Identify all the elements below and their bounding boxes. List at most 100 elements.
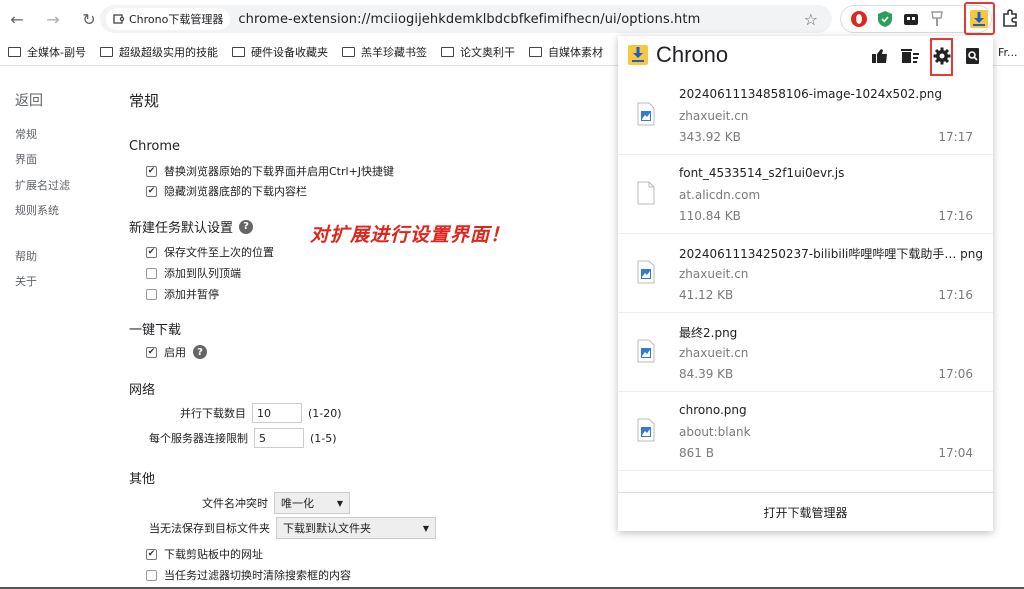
bookmark-overflow[interactable]: Fr... [998,46,1018,59]
oneclick-enable-option[interactable]: ✔ 启用? [146,344,207,360]
image-file-icon [637,102,655,126]
add-queue-top-option[interactable]: 添加到队列顶端 [146,265,241,281]
file-time: 17:16 [938,209,973,223]
file-time: 17:06 [938,367,973,381]
bookmark-folder[interactable]: 羔羊珍藏书签 [341,44,427,60]
per-server-input[interactable]: 5 [254,428,304,448]
clear-list-icon[interactable] [899,45,921,67]
opera-extension-icon[interactable] [849,9,869,29]
section-network-title: 网络 [129,383,156,398]
page-title: 常规 [129,92,160,110]
nav-item-about[interactable]: 关于 [15,273,37,289]
folder-icon [341,46,355,57]
per-server-label: 每个服务器连接限制 [149,432,248,445]
file-name: font_4533514_s2f1ui0evr.js [679,166,845,180]
conflict-select[interactable]: 唯一化 ▼ [274,492,350,514]
site-chip-label: Chrono下载管理器 [129,13,224,26]
bookmark-folder[interactable]: 超级超级实用的技能 [99,44,218,60]
list-item[interactable]: 20240611134858106-image-1024x502.png zha… [618,76,993,155]
conflict-label: 文件名冲突时 [202,497,268,510]
nav-item-interface[interactable]: 界面 [15,151,37,167]
per-server-limit-row: 每个服务器连接限制 5 (1-5) [149,428,337,448]
fallback-folder-row: 当无法保存到目标文件夹 下载到默认文件夹 ▼ [149,517,436,539]
checkbox-checked[interactable]: ✔ [146,246,157,258]
bookmark-folder[interactable]: 论文奥利干 [440,44,515,60]
site-info-chip[interactable]: Chrono下载管理器 [106,8,231,30]
replace-download-ui-option[interactable]: ✔ 替换浏览器原始的下载界面并启用Ctrl+J快捷键 [146,163,394,179]
checkbox-unchecked[interactable] [146,288,157,300]
list-item[interactable]: 20240611134250237-bilibili哔哩哔哩下载助手… png … [618,234,993,313]
annotation-text: 对扩展进行设置界面！ [310,224,511,246]
forward-arrow-icon[interactable]: → [42,8,64,30]
checkbox-checked[interactable]: ✔ [146,185,157,197]
nav-item-help[interactable]: 帮助 [15,248,37,264]
folder-icon [8,46,21,57]
nav-back-link[interactable]: 返回 [15,90,43,110]
bookmark-folder[interactable]: 硬件设备收藏夹 [231,44,328,60]
reload-icon[interactable]: ↻ [78,8,100,30]
nav-item-rules[interactable]: 规则系统 [15,202,59,218]
file-size: 861 B [679,446,714,460]
back-arrow-icon[interactable]: ← [6,8,28,30]
add-paused-option[interactable]: 添加并暂停 [146,286,219,302]
file-size: 84.39 KB [679,367,734,381]
image-file-icon [637,418,655,442]
image-file-icon [637,260,655,284]
popup-header: Chrono [618,36,993,76]
paint-brush-icon[interactable] [927,9,947,29]
checkbox-unchecked[interactable] [146,267,157,279]
file-size: 343.92 KB [679,130,741,144]
file-name: 最终2.png [679,326,738,340]
list-item[interactable]: 最终2.png zhaxueit.cn 84.39 KB 17:06 [618,313,993,392]
checkbox-unchecked[interactable] [146,569,157,581]
chrono-extension-button[interactable] [964,2,995,35]
file-host: zhaxueit.cn [679,267,749,281]
options-page: 返回 常规 界面 扩展名过滤 规则系统 帮助 关于 常规 Chrome ✔ 替换浏… [0,67,620,589]
save-last-location-option[interactable]: ✔ 保存文件至上次的位置 [146,244,274,260]
clear-search-option[interactable]: 当任务过滤器切换时清除搜索框的内容 [146,567,351,583]
thumbs-up-icon[interactable] [869,45,891,67]
checkbox-checked[interactable]: ✔ [146,165,157,177]
address-bar[interactable]: Chrono下载管理器 chrome-extension://mciiogije… [100,5,832,33]
file-size: 41.12 KB [679,288,734,302]
fallback-label: 当无法保存到目标文件夹 [149,522,270,535]
file-name: 20240611134250237-bilibili哔哩哔哩下载助手… png [679,247,984,261]
folder-icon [528,46,542,57]
concurrent-input[interactable]: 10 [252,403,302,423]
section-newtask-title: 新建任务默认设置? [129,217,254,236]
file-name: 20240611134858106-image-1024x502.png [679,87,943,101]
concurrent-range: (1-20) [308,406,342,420]
help-icon[interactable]: ? [193,345,207,359]
fallback-select[interactable]: 下载到默认文件夹 ▼ [276,517,436,539]
folder-icon [440,46,454,57]
folder-icon [231,46,245,57]
list-item[interactable]: chrono.png about:blank 861 B 17:04 [618,392,993,471]
clipboard-url-option[interactable]: ✔ 下载剪贴板中的网址 [146,546,263,562]
list-item[interactable]: font_4533514_s2f1ui0evr.js at.alicdn.com… [618,155,993,234]
nav-item-general[interactable]: 常规 [15,126,37,142]
nav-item-ext-filter[interactable]: 扩展名过滤 [15,177,70,193]
file-size: 110.84 KB [679,209,741,223]
chrono-popup: Chrono 20240611134858106-image-1024x502.… [618,36,993,531]
help-icon[interactable]: ? [239,219,254,234]
section-chrome-title: Chrome [129,139,180,154]
file-host: about:blank [679,425,751,439]
file-host: zhaxueit.cn [679,346,749,360]
image-file-icon [637,339,655,363]
url-text[interactable]: chrome-extension://mciiogijehkdemklbdcbf… [238,12,700,27]
open-download-manager-button[interactable]: 打开下载管理器 [618,492,993,531]
bookmark-folder[interactable]: 自媒体素材 [528,44,603,60]
bookmark-folder[interactable]: 全媒体-副号 [8,44,86,60]
popup-title: Chrono [656,42,729,67]
concurrent-label: 并行下载数目 [180,407,246,420]
gear-icon[interactable] [931,45,953,67]
shield-check-icon[interactable] [875,9,895,29]
checkbox-checked[interactable]: ✔ [146,346,157,358]
hide-download-bar-option[interactable]: ✔ 隐藏浏览器底部的下载内容栏 [146,183,307,199]
bookmark-star-icon[interactable]: ☆ [804,10,818,29]
checkbox-checked[interactable]: ✔ [146,548,157,560]
folder-icon [99,46,113,57]
extensions-puzzle-icon[interactable] [1000,8,1020,31]
tab-manager-icon[interactable] [901,9,921,29]
search-file-icon[interactable] [962,45,984,67]
